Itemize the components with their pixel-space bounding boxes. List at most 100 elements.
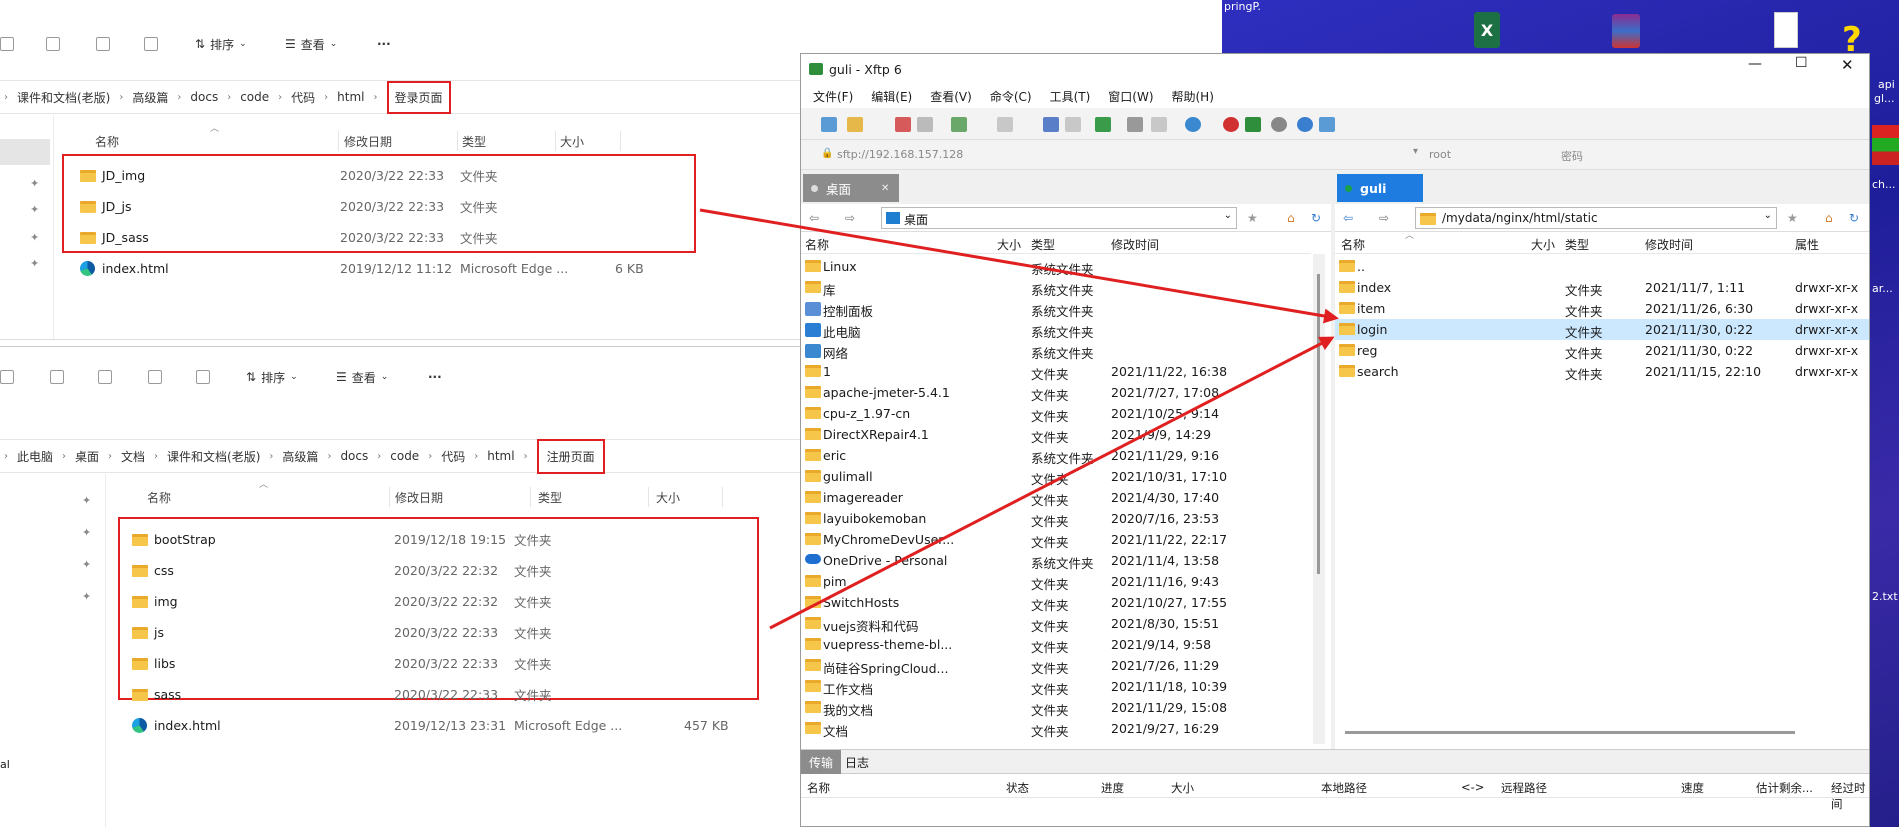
- transfer-column[interactable]: <->: [1461, 780, 1484, 794]
- list-item[interactable]: vuejs资料和代码 文件夹 2021/8/30, 15:51: [801, 613, 1311, 634]
- list-item[interactable]: bootStrap 2019/12/18 19:15 文件夹: [122, 524, 722, 555]
- tab-remote-guli[interactable]: guli: [1337, 174, 1423, 202]
- list-item[interactable]: OneDrive - Personal 系统文件夹 2021/11/4, 13:58: [801, 550, 1311, 571]
- breadcrumb-item[interactable]: 此电脑: [17, 448, 53, 465]
- menu-help[interactable]: 帮助(H): [1172, 88, 1214, 105]
- share-icon[interactable]: [148, 370, 162, 384]
- more-button[interactable]: ···: [428, 370, 442, 384]
- chevron-down-icon[interactable]: ▾: [1413, 146, 1418, 157]
- list-item[interactable]: vuepress-theme-bl... 文件夹 2021/9/14, 9:58: [801, 634, 1311, 655]
- remote-path-input[interactable]: /mydata/nginx/html/static ⌄: [1415, 207, 1777, 229]
- list-item[interactable]: 控制面板 系统文件夹: [801, 298, 1311, 319]
- horizontal-scrollbar[interactable]: [1345, 731, 1795, 734]
- breadcrumb-item[interactable]: code: [240, 90, 269, 104]
- list-item[interactable]: img 2020/3/22 22:32 文件夹: [122, 586, 722, 617]
- list-item[interactable]: 此电脑 系统文件夹: [801, 319, 1311, 340]
- list-item[interactable]: JD_sass 2020/3/22 22:33 文件夹: [70, 222, 670, 253]
- column-perm[interactable]: 属性: [1795, 236, 1819, 253]
- copy-icon[interactable]: [0, 370, 14, 384]
- more-button[interactable]: ···: [377, 37, 391, 51]
- list-item[interactable]: ..: [1335, 256, 1869, 277]
- list-item[interactable]: cpu-z_1.97-cn 文件夹 2021/10/25, 9:14: [801, 403, 1311, 424]
- column-type[interactable]: 类型: [1565, 236, 1589, 253]
- transfer-column[interactable]: 速度: [1681, 780, 1704, 796]
- column-date[interactable]: 修改时间: [1111, 236, 1159, 253]
- breadcrumb-current[interactable]: 注册页面: [536, 438, 605, 474]
- column-type[interactable]: 类型: [538, 489, 562, 506]
- back-icon[interactable]: ⇦: [809, 211, 819, 225]
- globe-icon[interactable]: [1185, 117, 1201, 132]
- transfer-column[interactable]: 经过时间: [1831, 780, 1869, 812]
- list-item[interactable]: 我的文档 文件夹 2021/11/29, 15:08: [801, 697, 1311, 718]
- breadcrumb-item[interactable]: html: [487, 449, 514, 463]
- column-size[interactable]: 大小: [1531, 236, 1555, 253]
- column-size[interactable]: 大小: [656, 489, 680, 506]
- breadcrumb-current[interactable]: 登录页面: [386, 80, 451, 114]
- local-path-input[interactable]: 桌面 ⌄: [881, 207, 1237, 229]
- chat-icon[interactable]: [1319, 117, 1335, 132]
- star-icon[interactable]: ★: [1787, 211, 1798, 225]
- list-item[interactable]: 库 系统文件夹: [801, 277, 1311, 298]
- reconnect-icon[interactable]: [917, 117, 933, 132]
- refresh-icon[interactable]: ↻: [1311, 211, 1321, 225]
- upload-icon[interactable]: [1043, 117, 1059, 132]
- transfer-column[interactable]: 大小: [1171, 780, 1194, 796]
- list-item[interactable]: DirectXRepair4.1 文件夹 2021/9/9, 14:29: [801, 424, 1311, 445]
- scrollbar[interactable]: [1313, 254, 1325, 744]
- close-icon[interactable]: ✕: [1841, 56, 1854, 74]
- breadcrumb-item[interactable]: 高级篇: [282, 448, 318, 465]
- maximize-icon[interactable]: ☐: [1795, 55, 1808, 71]
- list-item[interactable]: search 文件夹 2021/11/15, 22:10 drwxr-xr-x: [1335, 361, 1869, 382]
- list-item[interactable]: eric 系统文件夹 2021/11/29, 9:16: [801, 445, 1311, 466]
- xshell-icon[interactable]: [1223, 117, 1239, 132]
- breadcrumb-item[interactable]: 桌面: [75, 448, 99, 465]
- star-icon[interactable]: ★: [1247, 211, 1258, 225]
- minimize-icon[interactable]: —: [1748, 56, 1762, 72]
- list-item[interactable]: 网络 系统文件夹: [801, 340, 1311, 361]
- list-item[interactable]: css 2020/3/22 22:32 文件夹: [122, 555, 722, 586]
- xftp-icon[interactable]: [1245, 117, 1261, 132]
- list-item[interactable]: pim 文件夹 2021/11/16, 9:43: [801, 571, 1311, 592]
- help-icon[interactable]: [1297, 117, 1313, 132]
- tab-transfer[interactable]: 传输: [801, 750, 842, 774]
- open-folder-icon[interactable]: [847, 117, 863, 132]
- delete-icon[interactable]: [196, 370, 210, 384]
- column-type[interactable]: 类型: [1031, 236, 1055, 253]
- password-field[interactable]: 密码: [1561, 148, 1583, 164]
- encoding-icon[interactable]: [1151, 117, 1167, 132]
- column-size[interactable]: 大小: [997, 236, 1021, 253]
- sort-button[interactable]: ⇅ 排序 ⌄: [246, 369, 298, 386]
- breadcrumb-item[interactable]: code: [390, 449, 419, 463]
- column-date[interactable]: 修改时间: [1645, 236, 1693, 253]
- download-icon[interactable]: [1065, 117, 1081, 132]
- list-item[interactable]: item 文件夹 2021/11/26, 6:30 drwxr-xr-x: [1335, 298, 1869, 319]
- list-item[interactable]: JD_js 2020/3/22 22:33 文件夹: [70, 191, 670, 222]
- rename-icon[interactable]: [98, 370, 112, 384]
- tab-local-desktop[interactable]: 桌面 ✕: [803, 174, 899, 202]
- list-item[interactable]: index.html 2019/12/13 23:31 Microsoft Edge…: [122, 710, 729, 741]
- breadcrumb-item[interactable]: 高级篇: [132, 89, 168, 106]
- username-field[interactable]: root: [1429, 148, 1451, 161]
- breadcrumb-item[interactable]: docs: [190, 90, 218, 104]
- list-item[interactable]: layuibokemoban 文件夹 2020/7/16, 23:53: [801, 508, 1311, 529]
- transfer-column[interactable]: 名称: [807, 780, 830, 796]
- list-item[interactable]: 1 文件夹 2021/11/22, 16:38: [801, 361, 1311, 382]
- list-item[interactable]: gulimall 文件夹 2021/10/31, 17:10: [801, 466, 1311, 487]
- list-item[interactable]: index.html 2019/12/12 11:12 Microsoft Edge…: [70, 253, 670, 284]
- transfer-column[interactable]: 本地路径: [1321, 780, 1367, 796]
- list-item[interactable]: index 文件夹 2021/11/7, 1:11 drwxr-xr-x: [1335, 277, 1869, 298]
- menu-window[interactable]: 窗口(W): [1108, 88, 1153, 105]
- sync-icon[interactable]: [1095, 117, 1111, 132]
- transfer-column[interactable]: 估计剩余...: [1756, 780, 1813, 796]
- column-name[interactable]: 名称: [95, 133, 119, 150]
- rename-icon[interactable]: [46, 37, 60, 51]
- copy-icon[interactable]: [0, 37, 14, 51]
- list-item[interactable]: 尚硅谷SpringCloud... 文件夹 2021/7/26, 11:29: [801, 655, 1311, 676]
- breadcrumb-item[interactable]: 代码: [441, 448, 465, 465]
- forward-icon[interactable]: ⇨: [1379, 211, 1389, 225]
- close-icon[interactable]: ✕: [881, 183, 889, 194]
- transfer-column[interactable]: 状态: [1006, 780, 1029, 796]
- list-item[interactable]: MyChromeDevUser... 文件夹 2021/11/22, 22:17: [801, 529, 1311, 550]
- list-item[interactable]: Linux 系统文件夹: [801, 256, 1311, 277]
- forward-icon[interactable]: ⇨: [845, 211, 855, 225]
